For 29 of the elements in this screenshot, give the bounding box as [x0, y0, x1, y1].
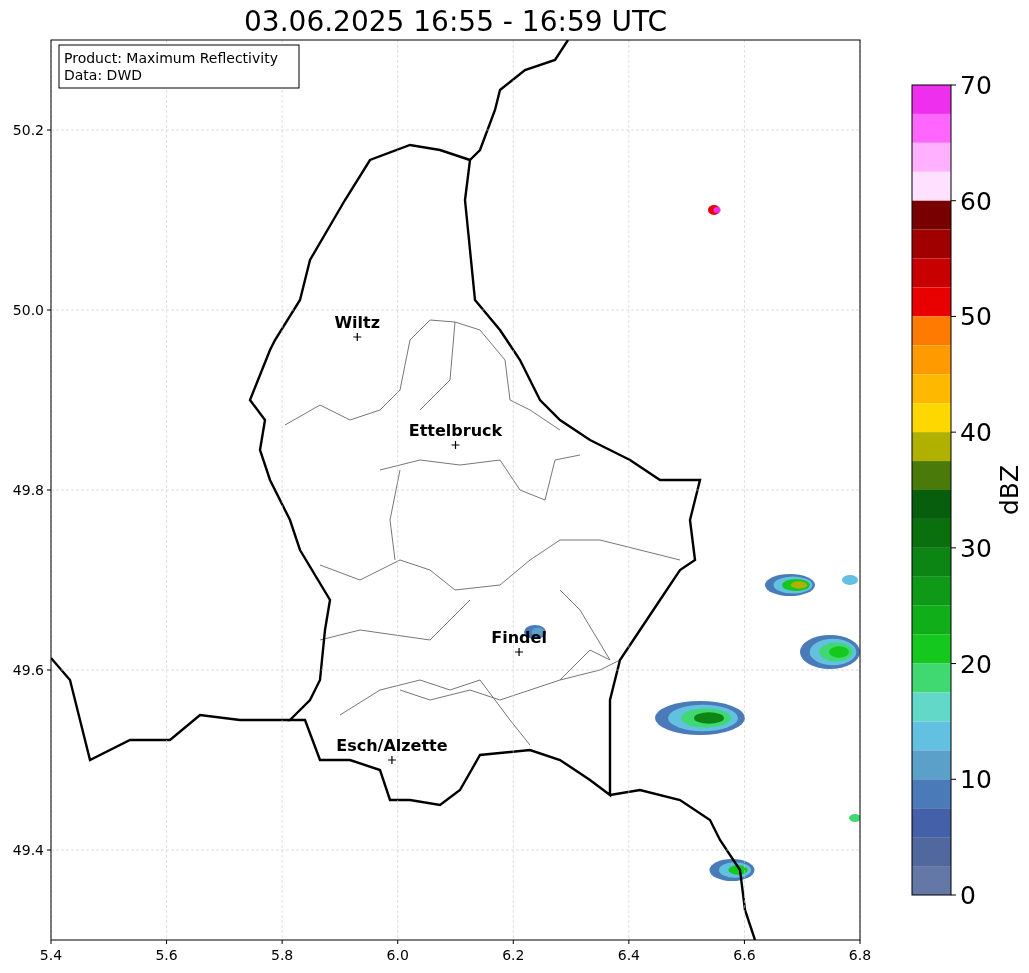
- colorbar-tick-label: 70: [960, 71, 992, 100]
- axis-tick-label: 49.4: [12, 842, 44, 858]
- info-line: Product: Maximum Reflectivity: [64, 50, 278, 66]
- city-label: Ettelbruck: [408, 421, 503, 440]
- axis-tick-label: 6.8: [848, 947, 872, 963]
- axis-tick-label: 5.4: [39, 947, 63, 963]
- chart-title: 03.06.2025 16:55 - 16:59 UTC: [244, 5, 667, 38]
- axis-tick-label: 6.6: [733, 947, 756, 963]
- colorbar-tick-label: 60: [960, 186, 992, 216]
- axis-tick-label: 50.0: [12, 302, 44, 318]
- colorbar-label: dBZ: [995, 464, 1024, 516]
- axis-tick-label: 50.2: [12, 122, 44, 138]
- axis-tick-label: 49.6: [12, 662, 44, 678]
- axis-tick-label: 49.8: [12, 482, 44, 498]
- axis-tick-label: 6.4: [617, 947, 640, 963]
- city-label: Wiltz: [334, 313, 381, 332]
- axis-tick-label: 5.6: [155, 947, 178, 963]
- city-label: Esch/Alzette: [336, 736, 448, 755]
- colorbar-tick-label: 10: [960, 765, 992, 795]
- axis-tick-label: 6.0: [386, 947, 409, 963]
- axis-tick-label: 6.2: [502, 947, 525, 963]
- colorbar-tick-label: 50: [960, 302, 992, 332]
- colorbar-tick-label: 0: [960, 881, 976, 910]
- info-line: Data: DWD: [64, 67, 142, 83]
- city-label: Findel: [491, 628, 547, 647]
- colorbar-tick-label: 40: [960, 418, 992, 448]
- colorbar-tick-label: 30: [960, 533, 992, 563]
- colorbar-tick-label: 20: [960, 649, 992, 679]
- axis-tick-label: 5.8: [271, 947, 294, 963]
